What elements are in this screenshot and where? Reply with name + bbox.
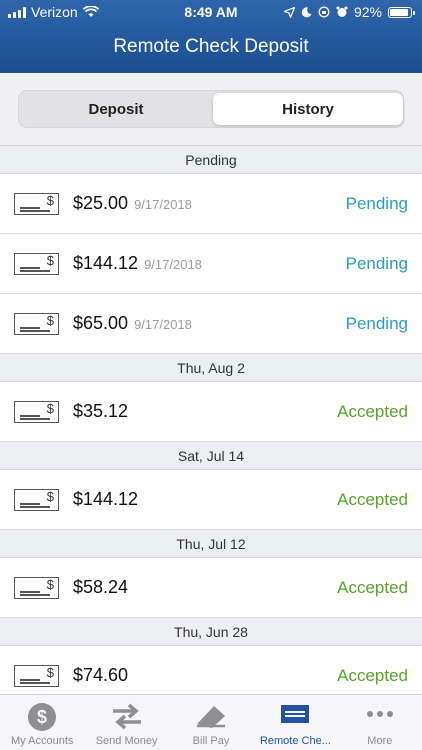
svg-text:$: $ [37,707,47,727]
check-icon: $ [14,313,59,335]
check-icon: $ [14,577,59,599]
tab-label: Send Money [95,735,158,747]
tab-my-accounts[interactable]: $ My Accounts [0,695,84,750]
battery-icon [388,6,415,18]
tab-label: My Accounts [11,735,74,747]
check-icon: $ [14,253,59,275]
deposit-amount: $74.60 [73,665,129,685]
deposit-status: Pending [345,314,408,333]
check-deposit-icon [281,705,310,723]
rotation-lock-icon [318,6,330,18]
segmented-control: Deposit History [18,90,404,128]
deposit-row[interactable]: $ $144.12 9/17/2018 Pending [0,234,422,294]
dollar-coin-icon: $ [28,703,57,731]
app-header: Verizon 8:49 AM 92% Remote Check Deposit [0,0,422,73]
deposit-date: 9/17/2018 [134,197,192,212]
transfer-arrows-icon [112,703,141,730]
section-header: Thu, Jun 28 [0,618,422,646]
tab-remote-check[interactable]: Remote Che... [253,695,337,750]
deposit-row[interactable]: $ $25.00 9/17/2018 Pending [0,174,422,234]
deposit-status: Accepted [337,402,408,421]
segment-deposit[interactable]: Deposit [21,93,211,125]
deposit-amount: $144.12 [73,253,139,273]
deposit-row[interactable]: $ $35.12 Accepted [0,382,422,442]
tab-bar: $ My Accounts Send Money Bill Pay Remote… [0,694,422,750]
deposit-status: Accepted [337,666,408,685]
deposit-date: 9/17/2018 [144,257,202,272]
deposit-amount: $25.00 [73,193,129,213]
section-header: Thu, Aug 2 [0,354,422,382]
deposit-history-list[interactable]: Pending $ $25.00 9/17/2018 Pending $ $144… [0,146,422,694]
deposit-status: Pending [345,194,408,213]
section-header: Pending [0,146,422,174]
tab-label: Remote Che... [259,735,331,747]
bill-pay-icon [197,706,226,728]
deposit-date: 9/17/2018 [134,317,192,332]
check-icon: $ [14,401,59,423]
check-icon: $ [14,193,59,215]
tab-more[interactable]: More [338,695,422,750]
status-bar: Verizon 8:49 AM 92% [0,0,422,24]
alarm-icon [336,6,348,17]
tab-send-money[interactable]: Send Money [84,695,168,750]
deposit-amount: $58.24 [73,577,129,597]
check-icon: $ [14,489,59,511]
check-icon: $ [14,665,59,687]
deposit-amount: $144.12 [73,489,139,509]
deposit-amount: $35.12 [73,401,129,421]
section-header: Sat, Jul 14 [0,442,422,470]
more-dots-icon [366,711,393,717]
deposit-status: Accepted [337,578,408,597]
tab-label: Bill Pay [192,735,230,747]
battery-percent: 92% [353,4,382,20]
section-header: Thu, Jul 12 [0,530,422,558]
segment-bar: Deposit History [0,73,422,146]
deposit-status: Pending [345,254,408,273]
tab-label: More [367,735,393,747]
moon-icon [301,6,312,17]
page-title: Remote Check Deposit [113,36,309,57]
deposit-row[interactable]: $ $74.60 Accepted [0,646,422,694]
segment-history[interactable]: History [213,93,403,125]
location-icon [283,6,295,18]
deposit-row[interactable]: $ $65.00 9/17/2018 Pending [0,294,422,354]
tab-bill-pay[interactable]: Bill Pay [169,695,253,750]
deposit-row[interactable]: $ $58.24 Accepted [0,558,422,618]
deposit-row[interactable]: $ $144.12 Accepted [0,470,422,530]
deposit-amount: $65.00 [73,313,129,333]
deposit-status: Accepted [337,490,408,509]
